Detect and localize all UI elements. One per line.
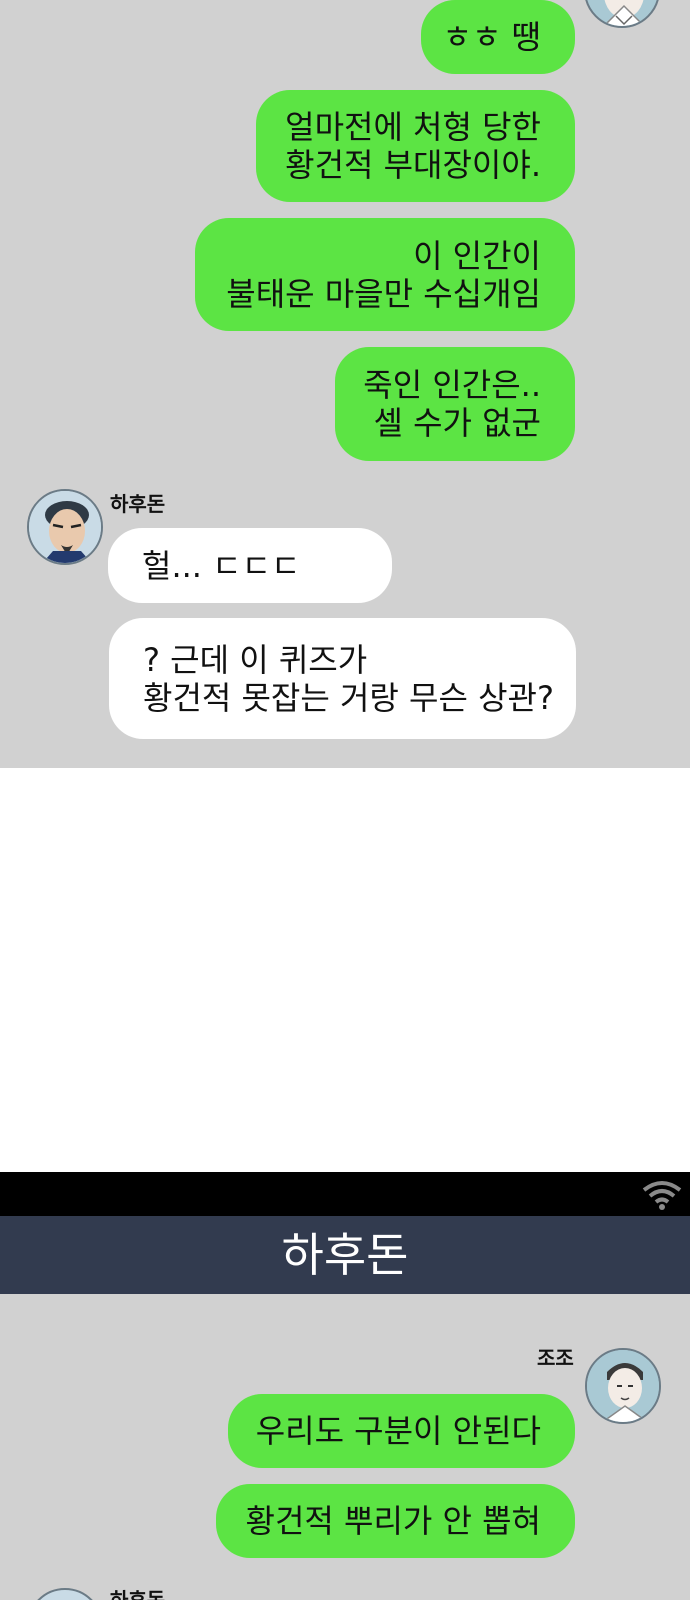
my-message-bubble[interactable]: 죽인 인간은.. 셀 수가 없군 [335, 347, 575, 461]
hahudon-face-icon [29, 1590, 103, 1600]
my-message-bubble[interactable]: 황건적 뿌리가 안 뽑혀 [216, 1484, 575, 1558]
message-text: 황건적 부대장이야. [285, 146, 541, 184]
jojo-face-icon [587, 1350, 659, 1422]
chat-panel-top: ㅎㅎ 땡 얼마전에 처형 당한 황건적 부대장이야. 이 인간이 불태운 마을만… [0, 0, 690, 768]
chat-title: 하후돈 [281, 1228, 409, 1282]
message-text: 헐... ㄷㄷㄷ [142, 546, 301, 585]
message-text: 이 인간이 [413, 236, 541, 275]
jojo-avatar[interactable] [585, 1348, 661, 1424]
other-message-bubble[interactable]: ? 근데 이 퀴즈가 황건적 못잡는 거랑 무슨 상관? [109, 618, 576, 739]
message-text: 불태운 마을만 수십개임 [226, 274, 541, 313]
message-text: 황건적 뿌리가 안 뽑혀 [245, 1502, 541, 1540]
other-message-bubble[interactable]: 헐... ㄷㄷㄷ [108, 528, 392, 603]
my-message-bubble[interactable]: 얼마전에 처형 당한 황건적 부대장이야. [256, 90, 575, 202]
chat-panel-bottom: 조조 우리도 구분이 안된다 황건적 뿌리가 안 뽑혀 하후돈 [0, 1294, 690, 1600]
message-text: ? 근데 이 퀴즈가 [143, 640, 368, 679]
sender-name: 하후돈 [110, 1588, 166, 1600]
message-text: 우리도 구분이 안된다 [255, 1412, 541, 1450]
message-text: 황건적 못잡는 거랑 무슨 상관? [143, 678, 554, 717]
my-message-bubble[interactable]: ㅎㅎ 땡 [421, 0, 575, 74]
jojo-face-icon [602, 0, 646, 26]
sender-name: 하후돈 [110, 492, 166, 516]
hahudon-avatar-partial[interactable] [27, 1588, 103, 1600]
jojo-avatar-partial[interactable] [584, 0, 660, 28]
sender-name: 조조 [537, 1346, 574, 1370]
hahudon-face-icon [29, 491, 101, 563]
message-text: ㅎㅎ 땡 [442, 18, 542, 56]
message-text: 얼마전에 처형 당한 [285, 108, 541, 146]
message-text: 셀 수가 없군 [373, 404, 541, 442]
hahudon-avatar[interactable] [27, 489, 103, 565]
panel-gutter [0, 768, 690, 1172]
wifi-icon [642, 1181, 682, 1210]
message-text: 죽인 인간은.. [363, 366, 541, 404]
my-message-bubble[interactable]: 우리도 구분이 안된다 [228, 1394, 575, 1468]
chat-header: 하후돈 [0, 1216, 690, 1294]
status-bar [0, 1172, 690, 1216]
my-message-bubble[interactable]: 이 인간이 불태운 마을만 수십개임 [195, 218, 575, 331]
